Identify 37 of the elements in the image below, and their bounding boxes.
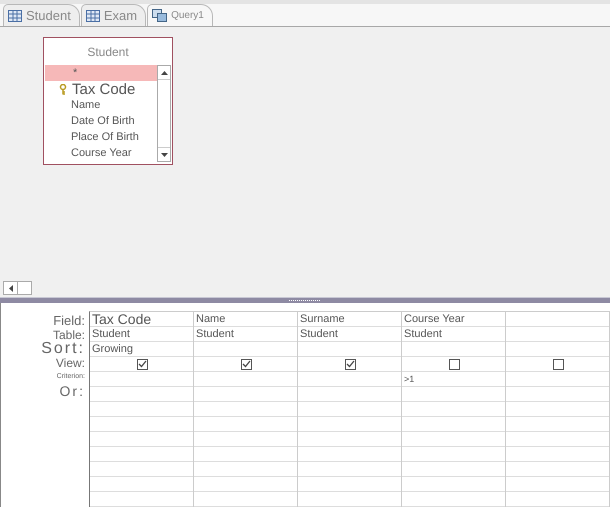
criterion-cell[interactable]: >1: [402, 372, 505, 387]
table-cell[interactable]: Student: [402, 327, 505, 342]
table-title: Student: [86, 44, 130, 60]
row-label: Sort:: [40, 342, 86, 356]
left-arrow-icon: [8, 284, 12, 292]
down-arrow-icon: [160, 152, 168, 156]
field-item[interactable]: Course Year: [45, 145, 157, 161]
table-icon: [86, 10, 100, 22]
row-label: Table:: [52, 328, 86, 342]
field-item[interactable]: Place Of Birth: [45, 129, 157, 145]
field-item[interactable]: *: [45, 65, 157, 81]
table-cell[interactable]: Student: [194, 327, 297, 342]
field-item[interactable]: Date Of Birth: [45, 113, 157, 129]
scroll-left-button[interactable]: [3, 281, 18, 295]
field-cell[interactable]: Name: [194, 312, 297, 327]
show-checkbox[interactable]: [449, 358, 460, 370]
sort-cell[interactable]: Growing: [90, 342, 193, 357]
key-icon: [59, 84, 67, 94]
show-checkbox[interactable]: [553, 358, 564, 370]
field-item[interactable]: Tax Code: [45, 81, 157, 97]
grip-icon: [289, 299, 321, 302]
scrollbar[interactable]: [157, 65, 171, 162]
field-cell[interactable]: Surname: [298, 312, 401, 327]
show-checkbox[interactable]: [241, 358, 252, 370]
up-arrow-icon: [160, 70, 168, 74]
row-label: Field:: [52, 314, 86, 328]
table-icon: [8, 10, 22, 22]
show-checkbox[interactable]: [137, 358, 148, 370]
row-label: Or:: [58, 384, 86, 398]
field-cell[interactable]: Tax Code: [90, 312, 193, 327]
query-icon: [152, 9, 168, 22]
row-label: View:: [54, 356, 86, 370]
show-checkbox[interactable]: [345, 358, 356, 370]
field-cell[interactable]: Course Year: [402, 312, 505, 327]
table-cell[interactable]: Student: [90, 327, 193, 342]
table-cell[interactable]: Student: [298, 327, 401, 342]
field-item[interactable]: Name: [45, 97, 157, 113]
